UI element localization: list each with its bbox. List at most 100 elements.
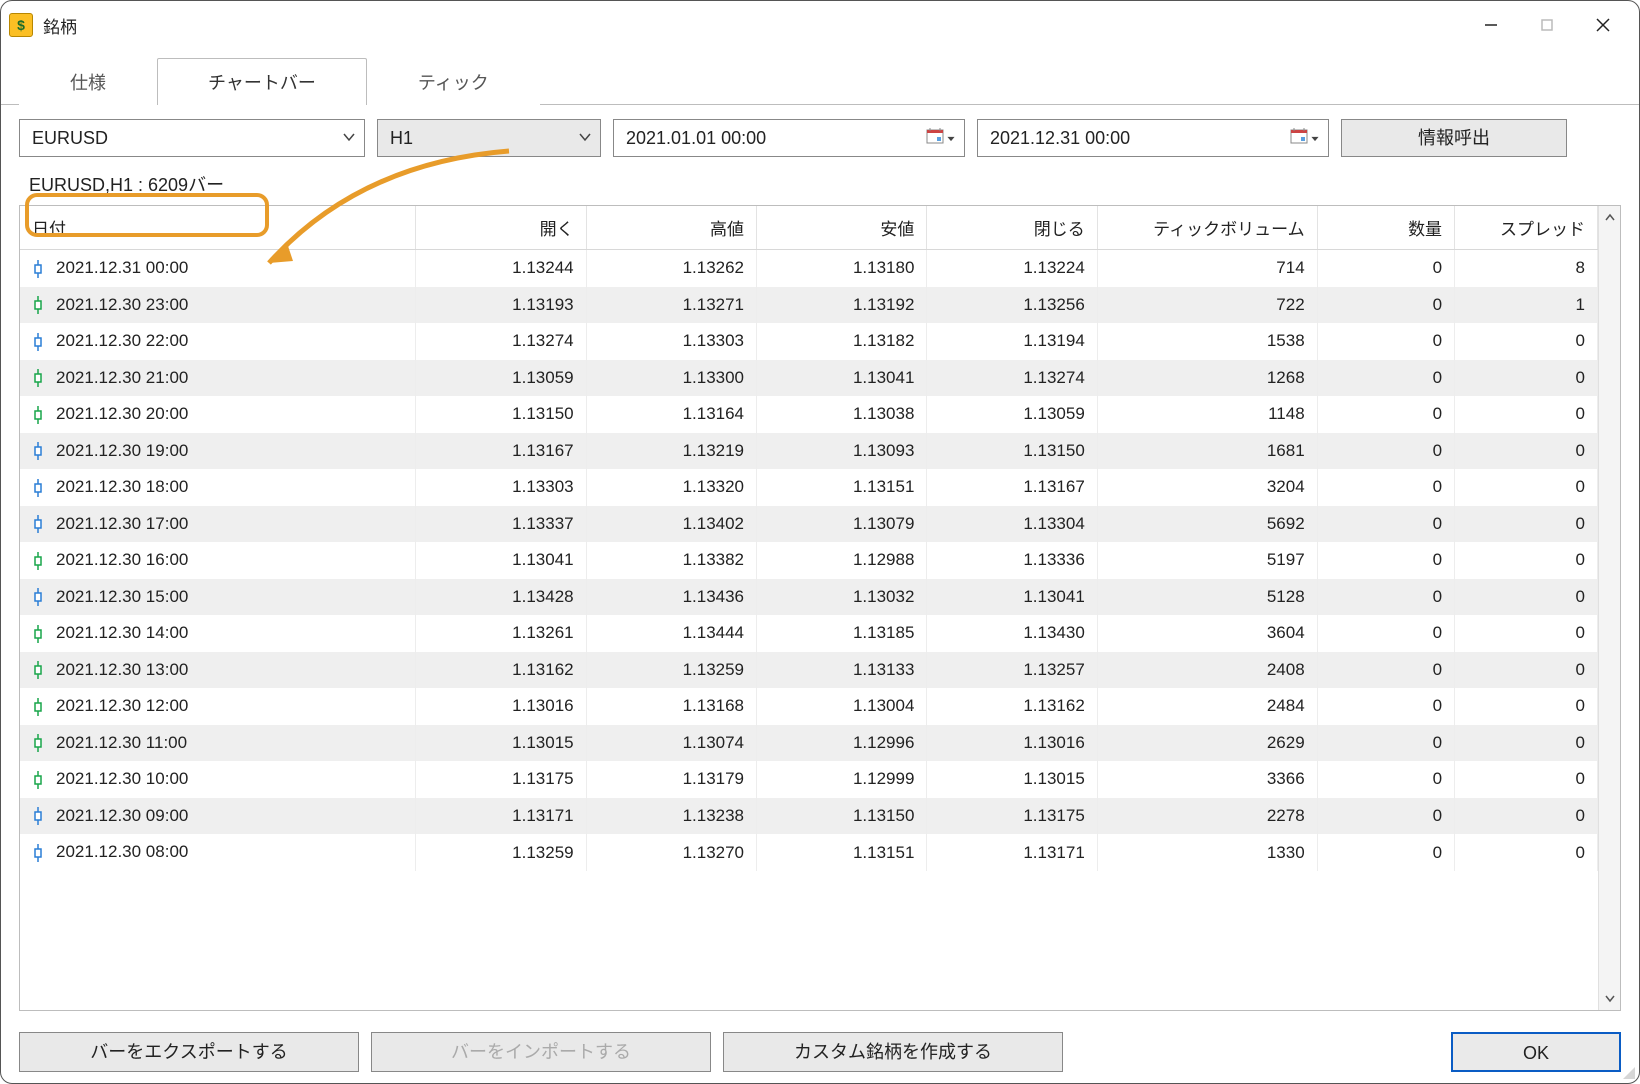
cell-spread: 0 bbox=[1455, 360, 1598, 397]
table-row[interactable]: 2021.12.30 11:001.130151.130741.129961.1… bbox=[20, 725, 1598, 762]
col-volume[interactable]: 数量 bbox=[1317, 206, 1454, 250]
cell-tick-volume: 5128 bbox=[1097, 579, 1317, 616]
cell-low: 1.13192 bbox=[757, 287, 927, 324]
cell-spread: 0 bbox=[1455, 798, 1598, 835]
cell-open: 1.13259 bbox=[416, 834, 586, 871]
request-button[interactable]: 情報呼出 bbox=[1341, 119, 1567, 157]
candle-icon bbox=[32, 295, 46, 315]
tab-specification[interactable]: 仕様 bbox=[19, 58, 157, 105]
table-row[interactable]: 2021.12.30 21:001.130591.133001.130411.1… bbox=[20, 360, 1598, 397]
cell-tick-volume: 5197 bbox=[1097, 542, 1317, 579]
cell-tick-volume: 3366 bbox=[1097, 761, 1317, 798]
cell-date: 2021.12.30 13:00 bbox=[56, 660, 188, 679]
cell-low: 1.12996 bbox=[757, 725, 927, 762]
table-row[interactable]: 2021.12.30 22:001.132741.133031.131821.1… bbox=[20, 323, 1598, 360]
cell-close: 1.13162 bbox=[927, 688, 1097, 725]
cell-open: 1.13175 bbox=[416, 761, 586, 798]
cell-close: 1.13167 bbox=[927, 469, 1097, 506]
cell-spread: 1 bbox=[1455, 287, 1598, 324]
col-high[interactable]: 高値 bbox=[586, 206, 756, 250]
col-low[interactable]: 安値 bbox=[757, 206, 927, 250]
cell-tick-volume: 3604 bbox=[1097, 615, 1317, 652]
export-bars-button[interactable]: バーをエクスポートする bbox=[19, 1032, 359, 1072]
symbol-combo[interactable]: EURUSD bbox=[19, 119, 365, 157]
vertical-scrollbar[interactable] bbox=[1598, 206, 1620, 1010]
table-row[interactable]: 2021.12.30 19:001.131671.132191.130931.1… bbox=[20, 433, 1598, 470]
cell-high: 1.13382 bbox=[586, 542, 756, 579]
cell-open: 1.13041 bbox=[416, 542, 586, 579]
cell-open: 1.13193 bbox=[416, 287, 586, 324]
cell-tick-volume: 5692 bbox=[1097, 506, 1317, 543]
cell-spread: 0 bbox=[1455, 579, 1598, 616]
create-custom-symbol-button[interactable]: カスタム銘柄を作成する bbox=[723, 1032, 1063, 1072]
timeframe-combo[interactable]: H1 bbox=[377, 119, 601, 157]
date-from-input[interactable]: 2021.01.01 00:00 bbox=[613, 119, 965, 157]
cell-volume: 0 bbox=[1317, 798, 1454, 835]
col-spread[interactable]: スプレッド bbox=[1455, 206, 1598, 250]
cell-date: 2021.12.30 09:00 bbox=[56, 806, 188, 825]
table-row[interactable]: 2021.12.30 18:001.133031.133201.131511.1… bbox=[20, 469, 1598, 506]
symbols-window: $ 銘柄 仕様 チャートバー ティック EURUSD bbox=[0, 0, 1640, 1084]
cell-high: 1.13271 bbox=[586, 287, 756, 324]
cell-close: 1.13194 bbox=[927, 323, 1097, 360]
table-row[interactable]: 2021.12.30 17:001.133371.134021.130791.1… bbox=[20, 506, 1598, 543]
table-row[interactable]: 2021.12.30 15:001.134281.134361.130321.1… bbox=[20, 579, 1598, 616]
date-from-value: 2021.01.01 00:00 bbox=[626, 128, 766, 149]
table-row[interactable]: 2021.12.30 13:001.131621.132591.131331.1… bbox=[20, 652, 1598, 689]
cell-close: 1.13016 bbox=[927, 725, 1097, 762]
cell-tick-volume: 1681 bbox=[1097, 433, 1317, 470]
tab-chart-bars[interactable]: チャートバー bbox=[157, 58, 367, 105]
cell-tick-volume: 2408 bbox=[1097, 652, 1317, 689]
cell-open: 1.13244 bbox=[416, 250, 586, 287]
cell-date: 2021.12.30 22:00 bbox=[56, 331, 188, 350]
candle-icon bbox=[32, 624, 46, 644]
cell-volume: 0 bbox=[1317, 433, 1454, 470]
table-row[interactable]: 2021.12.30 10:001.131751.131791.129991.1… bbox=[20, 761, 1598, 798]
cell-open: 1.13059 bbox=[416, 360, 586, 397]
cell-spread: 0 bbox=[1455, 433, 1598, 470]
scroll-up-icon[interactable] bbox=[1599, 206, 1620, 230]
titlebar: $ 銘柄 bbox=[1, 1, 1639, 49]
cell-close: 1.13171 bbox=[927, 834, 1097, 871]
resize-grip-icon[interactable] bbox=[1621, 1065, 1635, 1079]
cell-low: 1.13038 bbox=[757, 396, 927, 433]
scroll-down-icon[interactable] bbox=[1599, 986, 1620, 1010]
table-row[interactable]: 2021.12.30 08:001.132591.132701.131511.1… bbox=[20, 834, 1598, 871]
maximize-button[interactable] bbox=[1519, 5, 1575, 45]
cell-date: 2021.12.30 15:00 bbox=[56, 587, 188, 606]
candle-icon bbox=[32, 368, 46, 388]
col-tick-volume[interactable]: ティックボリューム bbox=[1097, 206, 1317, 250]
cell-spread: 0 bbox=[1455, 506, 1598, 543]
table-row[interactable]: 2021.12.30 16:001.130411.133821.129881.1… bbox=[20, 542, 1598, 579]
table-row[interactable]: 2021.12.30 20:001.131501.131641.130381.1… bbox=[20, 396, 1598, 433]
close-button[interactable] bbox=[1575, 5, 1631, 45]
cell-spread: 0 bbox=[1455, 469, 1598, 506]
table-row[interactable]: 2021.12.30 09:001.131711.132381.131501.1… bbox=[20, 798, 1598, 835]
cell-tick-volume: 2484 bbox=[1097, 688, 1317, 725]
minimize-button[interactable] bbox=[1463, 5, 1519, 45]
table-row[interactable]: 2021.12.30 14:001.132611.134441.131851.1… bbox=[20, 615, 1598, 652]
cell-close: 1.13015 bbox=[927, 761, 1097, 798]
cell-date: 2021.12.31 00:00 bbox=[56, 258, 188, 277]
calendar-icon bbox=[1290, 127, 1308, 150]
tab-ticks[interactable]: ティック bbox=[367, 58, 540, 105]
col-date[interactable]: 日付 bbox=[20, 206, 416, 250]
col-open[interactable]: 開く bbox=[416, 206, 586, 250]
cell-low: 1.13093 bbox=[757, 433, 927, 470]
import-bars-button: バーをインポートする bbox=[371, 1032, 711, 1072]
cell-date: 2021.12.30 18:00 bbox=[56, 477, 188, 496]
cell-low: 1.13180 bbox=[757, 250, 927, 287]
cell-open: 1.13015 bbox=[416, 725, 586, 762]
table-row[interactable]: 2021.12.30 23:001.131931.132711.131921.1… bbox=[20, 287, 1598, 324]
date-to-input[interactable]: 2021.12.31 00:00 bbox=[977, 119, 1329, 157]
table-row[interactable]: 2021.12.31 00:001.132441.132621.131801.1… bbox=[20, 250, 1598, 287]
calendar-icon bbox=[926, 127, 944, 150]
cell-date: 2021.12.30 14:00 bbox=[56, 623, 188, 642]
ok-button[interactable]: OK bbox=[1451, 1032, 1621, 1072]
cell-tick-volume: 1148 bbox=[1097, 396, 1317, 433]
table-row[interactable]: 2021.12.30 12:001.130161.131681.130041.1… bbox=[20, 688, 1598, 725]
cell-date: 2021.12.30 23:00 bbox=[56, 295, 188, 314]
chevron-down-icon bbox=[578, 128, 592, 149]
col-close[interactable]: 閉じる bbox=[927, 206, 1097, 250]
cell-high: 1.13270 bbox=[586, 834, 756, 871]
